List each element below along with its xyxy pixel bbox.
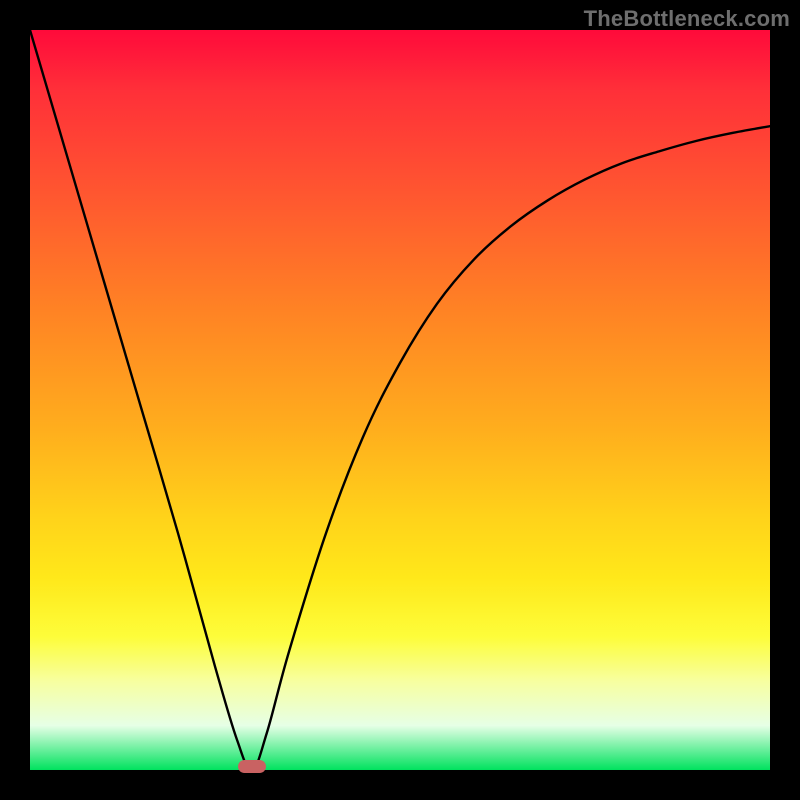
chart-frame: TheBottleneck.com (0, 0, 800, 800)
optimal-point-marker (238, 760, 266, 773)
bottleneck-curve (30, 30, 770, 770)
watermark-text: TheBottleneck.com (584, 6, 790, 32)
plot-area (30, 30, 770, 770)
